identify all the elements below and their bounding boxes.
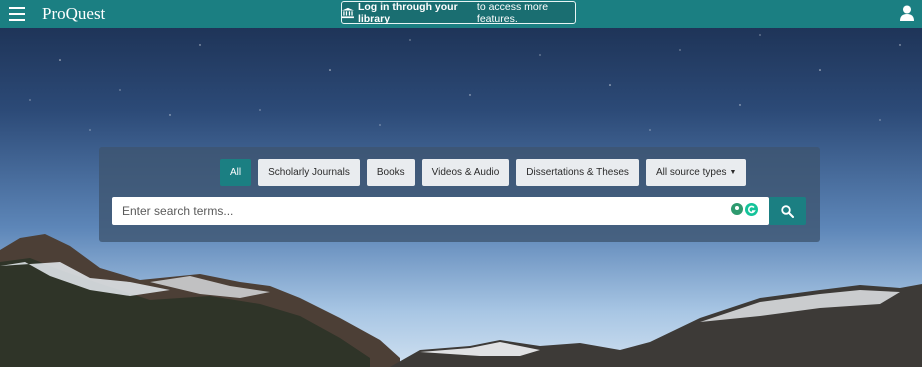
login-link-text: Log in through your library <box>357 0 458 25</box>
filter-books[interactable]: Books <box>366 159 415 186</box>
search-panel: All Scholarly Journals Books Videos & Au… <box>99 147 820 242</box>
user-icon[interactable] <box>900 5 914 21</box>
dropdown-label: All source types <box>655 167 727 178</box>
input-addons <box>731 203 758 216</box>
library-login-button[interactable]: Log in through your library to access mo… <box>341 0 576 25</box>
filter-videos-audio[interactable]: Videos & Audio <box>421 159 510 186</box>
caret-down-icon: ▼ <box>729 169 737 176</box>
hamburger-icon[interactable] <box>9 7 25 21</box>
magnifier-icon <box>781 204 794 218</box>
source-type-filters: All Scholarly Journals Books Videos & Au… <box>220 159 747 186</box>
grammarly-icon[interactable] <box>745 203 758 216</box>
top-bar: ProQuest Log in through your library to … <box>0 0 922 28</box>
login-suffix-text: to access more features. <box>476 0 549 25</box>
filter-all-source-types-dropdown[interactable]: All source types ▼ <box>645 159 747 186</box>
institution-icon <box>342 7 354 18</box>
filter-dissertations-theses[interactable]: Dissertations & Theses <box>516 159 639 186</box>
location-pin-icon[interactable] <box>731 203 743 215</box>
search-input[interactable] <box>112 197 769 225</box>
filter-all[interactable]: All <box>220 159 252 186</box>
proquest-logo[interactable]: ProQuest <box>42 4 105 24</box>
filter-scholarly-journals[interactable]: Scholarly Journals <box>258 159 360 186</box>
search-button[interactable] <box>769 197 806 225</box>
